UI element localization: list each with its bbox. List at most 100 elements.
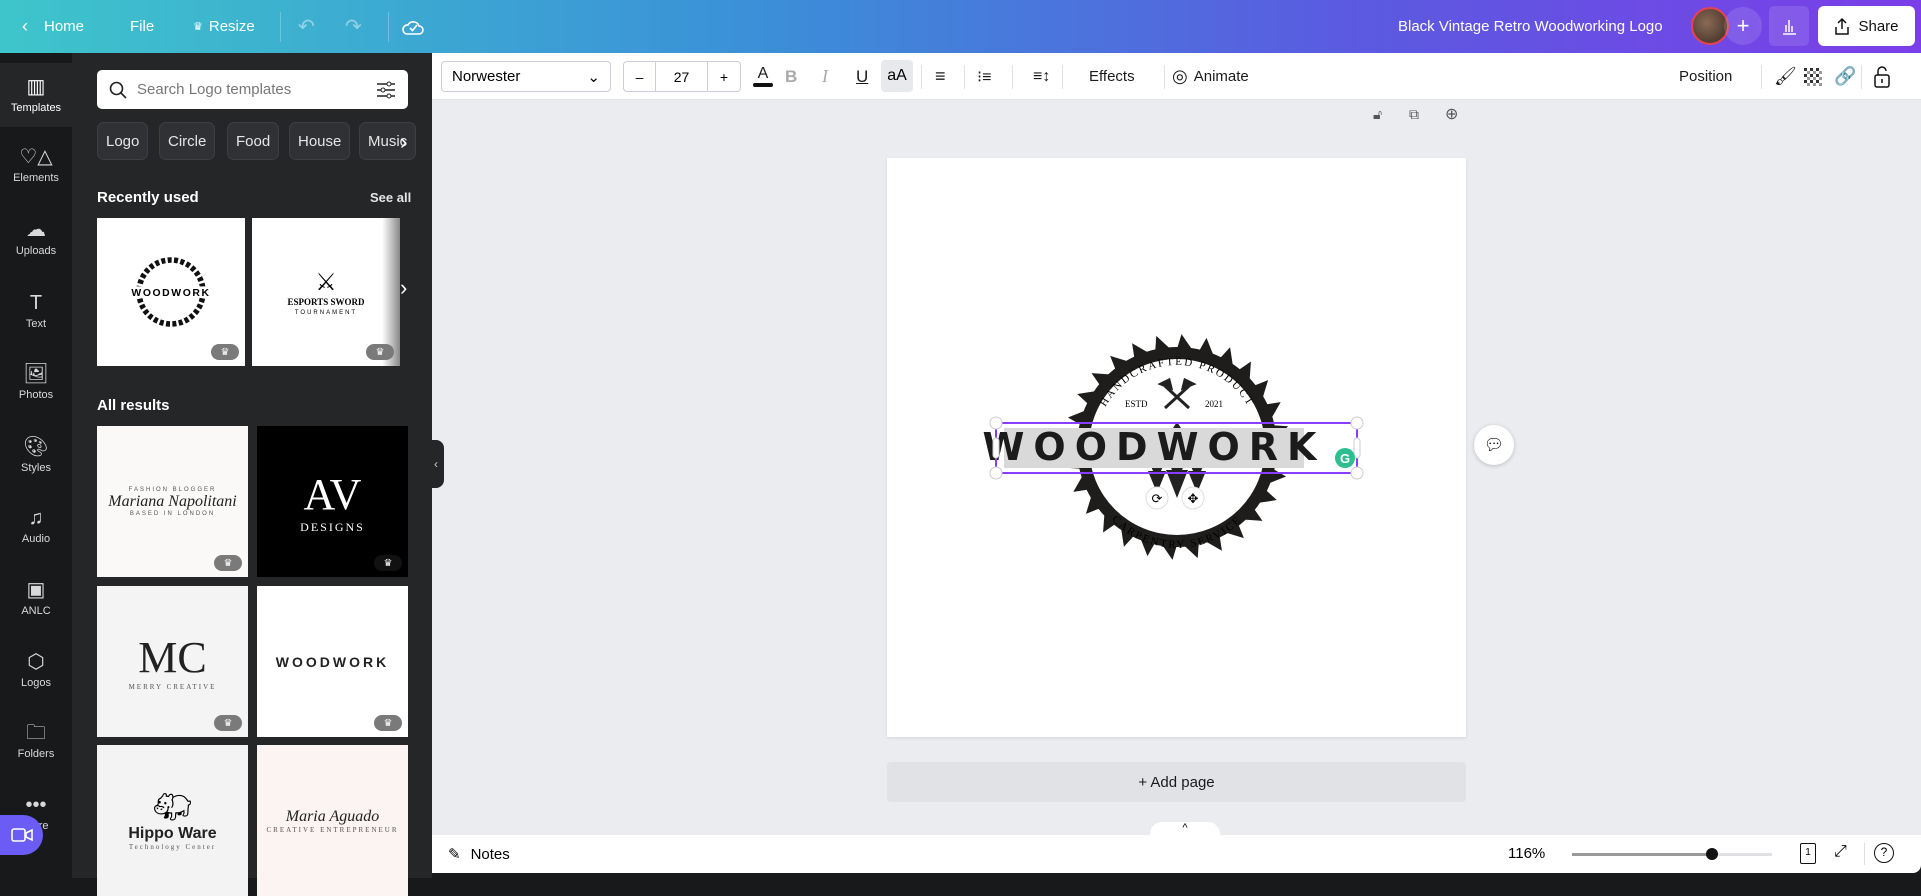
thumb-title: MC [138, 633, 207, 682]
effects-button[interactable]: Effects [1089, 53, 1135, 100]
search-icon [109, 81, 127, 99]
recent-template-esports[interactable]: ⚔ ESPORTS SWORD TOURNAMENT ♛ [252, 218, 400, 366]
position-button[interactable]: Position [1679, 53, 1732, 100]
transparency-icon[interactable] [1804, 53, 1822, 100]
letter-case-button[interactable]: aA [881, 60, 913, 92]
notes-button[interactable]: ✎ Notes [448, 835, 510, 873]
template-result[interactable]: FASHION BLOGGER Mariana Napolitani BASED I… [97, 426, 248, 577]
chip-house[interactable]: House [289, 122, 351, 160]
top-bar: ‹ Home File ♛ Resize ↶ ↷ Black Vintage Ret… [0, 0, 1921, 53]
font-name: Norwester [452, 68, 521, 85]
divider [1864, 843, 1865, 865]
spacing-icon[interactable]: ≡↕ [1033, 53, 1050, 100]
share-button[interactable]: Share [1818, 6, 1915, 46]
font-size-stepper: – 27 + [623, 61, 741, 92]
collapse-panel-handle[interactable]: ‹ [428, 440, 444, 488]
all-results-heading: All results [97, 397, 170, 414]
divider [1761, 65, 1762, 89]
template-result[interactable]: Maria Aguado CREATIVE ENTREPRENEUR [257, 745, 408, 896]
add-page-icon[interactable]: ⊕ [1445, 104, 1458, 124]
increase-font-size-button[interactable]: + [708, 62, 740, 91]
resize-handle[interactable] [1350, 416, 1364, 430]
template-result[interactable]: 🦛︎ Hippo Ware Technology Center [97, 745, 248, 896]
rail-item-anlc[interactable]: ▣ ANLC [0, 566, 72, 630]
see-all-link[interactable]: See all [370, 190, 411, 205]
rail-item-folders[interactable]: 🗀 Folders [0, 709, 72, 773]
cloud-saved-icon[interactable] [402, 0, 424, 53]
analytics-icon[interactable] [1769, 6, 1809, 46]
resize-handle[interactable] [989, 416, 1003, 430]
underline-button[interactable]: U [856, 53, 868, 100]
recent-next-icon[interactable]: › [400, 275, 407, 301]
align-center-icon[interactable]: ≡ [935, 53, 946, 100]
fullscreen-icon[interactable]: ⤢ [1834, 843, 1847, 861]
chips-next-icon[interactable]: › [400, 129, 407, 155]
template-result[interactable]: WOODWORK ♛ [257, 586, 408, 737]
file-menu[interactable]: File [130, 0, 154, 53]
rail-item-uploads[interactable]: ☁ Uploads [0, 206, 72, 270]
page-count-button[interactable]: 1 [1800, 843, 1816, 864]
font-size-input[interactable]: 27 [656, 62, 708, 91]
resize-handle[interactable] [1350, 466, 1364, 480]
side-rail: ▥ Templates ♡△ Elements ☁ Uploads T Text 🖼︎ Photo… [0, 53, 72, 878]
plus-icon[interactable]: + [1724, 7, 1762, 45]
notes-icon: ✎ [448, 846, 461, 863]
chip-logo[interactable]: Logo [97, 122, 149, 160]
color-swatch [753, 83, 773, 87]
list-icon[interactable]: ⁝≡ [977, 53, 991, 100]
rail-label: Audio [21, 532, 51, 545]
record-video-button[interactable] [0, 815, 43, 855]
chip-circle[interactable]: Circle [159, 122, 216, 160]
design-page[interactable]: HANDCRAFTED PRODUCT CARPENTRY SERVICE ES… [887, 158, 1466, 737]
side-handle[interactable] [1353, 437, 1361, 459]
rail-item-logos[interactable]: ⬡ Logos [0, 638, 72, 702]
template-result[interactable]: AV DESIGNS ♛ [257, 426, 408, 577]
rail-item-templates[interactable]: ▥ Templates [0, 63, 72, 127]
lock-page-icon[interactable]: 🔓︎ [1373, 106, 1382, 123]
search-input[interactable]: Search Logo templates [97, 70, 408, 109]
document-title[interactable]: Black Vintage Retro Woodworking Logo [1398, 0, 1663, 53]
rail-item-audio[interactable]: ♫ Audio [0, 494, 72, 558]
estd-text: ESTD [1125, 399, 1148, 409]
filter-sliders-icon[interactable] [376, 81, 396, 99]
zoom-slider-thumb[interactable] [1706, 848, 1718, 860]
home-button[interactable]: ‹ Home [22, 0, 84, 53]
chip-food[interactable]: Food [227, 122, 280, 160]
rail-item-text[interactable]: T Text [0, 279, 72, 343]
template-result[interactable]: MC MERRY CREATIVE ♛ [97, 586, 248, 737]
add-comment-icon[interactable]: 💬︎ [1474, 425, 1514, 465]
chip-music[interactable]: Music [359, 122, 417, 160]
bold-button[interactable]: B [785, 53, 797, 100]
help-icon[interactable]: ? [1874, 843, 1894, 863]
rail-item-photos[interactable]: 🖼︎ Photos [0, 350, 72, 414]
zoom-percentage[interactable]: 116% [1508, 845, 1545, 862]
zoom-slider[interactable] [1572, 848, 1772, 860]
font-family-select[interactable]: Norwester ⌄ [441, 61, 611, 92]
duplicate-page-icon[interactable]: ⧉ [1409, 106, 1419, 123]
templates-icon: ▥ [26, 75, 46, 98]
italic-button[interactable]: I [822, 53, 828, 100]
recent-template-woodwork[interactable]: WOODWORK ♛ [97, 218, 245, 366]
woodwork-logo: HANDCRAFTED PRODUCT CARPENTRY SERVICE ES… [983, 334, 1364, 560]
side-handle[interactable] [992, 437, 1000, 459]
add-page-button[interactable]: + Add page [887, 762, 1466, 802]
decrease-font-size-button[interactable]: – [624, 62, 656, 91]
svg-text:G: G [1340, 451, 1350, 466]
rail-label: Styles [21, 461, 51, 474]
animate-button[interactable]: ◎ Animate [1172, 53, 1249, 100]
text-color-icon: A [757, 65, 769, 82]
text-color-button[interactable]: A [750, 53, 776, 100]
resize-button[interactable]: ♛ Resize [193, 0, 255, 53]
resize-handle[interactable] [989, 466, 1003, 480]
premium-crown-badge: ♛ [214, 715, 242, 731]
link-icon[interactable]: 🔗 [1834, 53, 1856, 100]
undo-icon[interactable]: ↶ [298, 0, 315, 53]
unlock-icon[interactable] [1874, 53, 1890, 100]
chevron-down-icon: ⌄ [587, 68, 600, 86]
rail-item-elements[interactable]: ♡△ Elements [0, 133, 72, 197]
rail-item-styles[interactable]: 🎨︎ Styles [0, 423, 72, 487]
logo-title-text[interactable]: WOODWORK [983, 425, 1326, 469]
redo-icon[interactable]: ↷ [345, 0, 362, 53]
show-pages-chevron-up-icon[interactable]: ^ [1150, 822, 1220, 836]
paint-roller-icon[interactable]: 🖌 [1774, 53, 1797, 100]
